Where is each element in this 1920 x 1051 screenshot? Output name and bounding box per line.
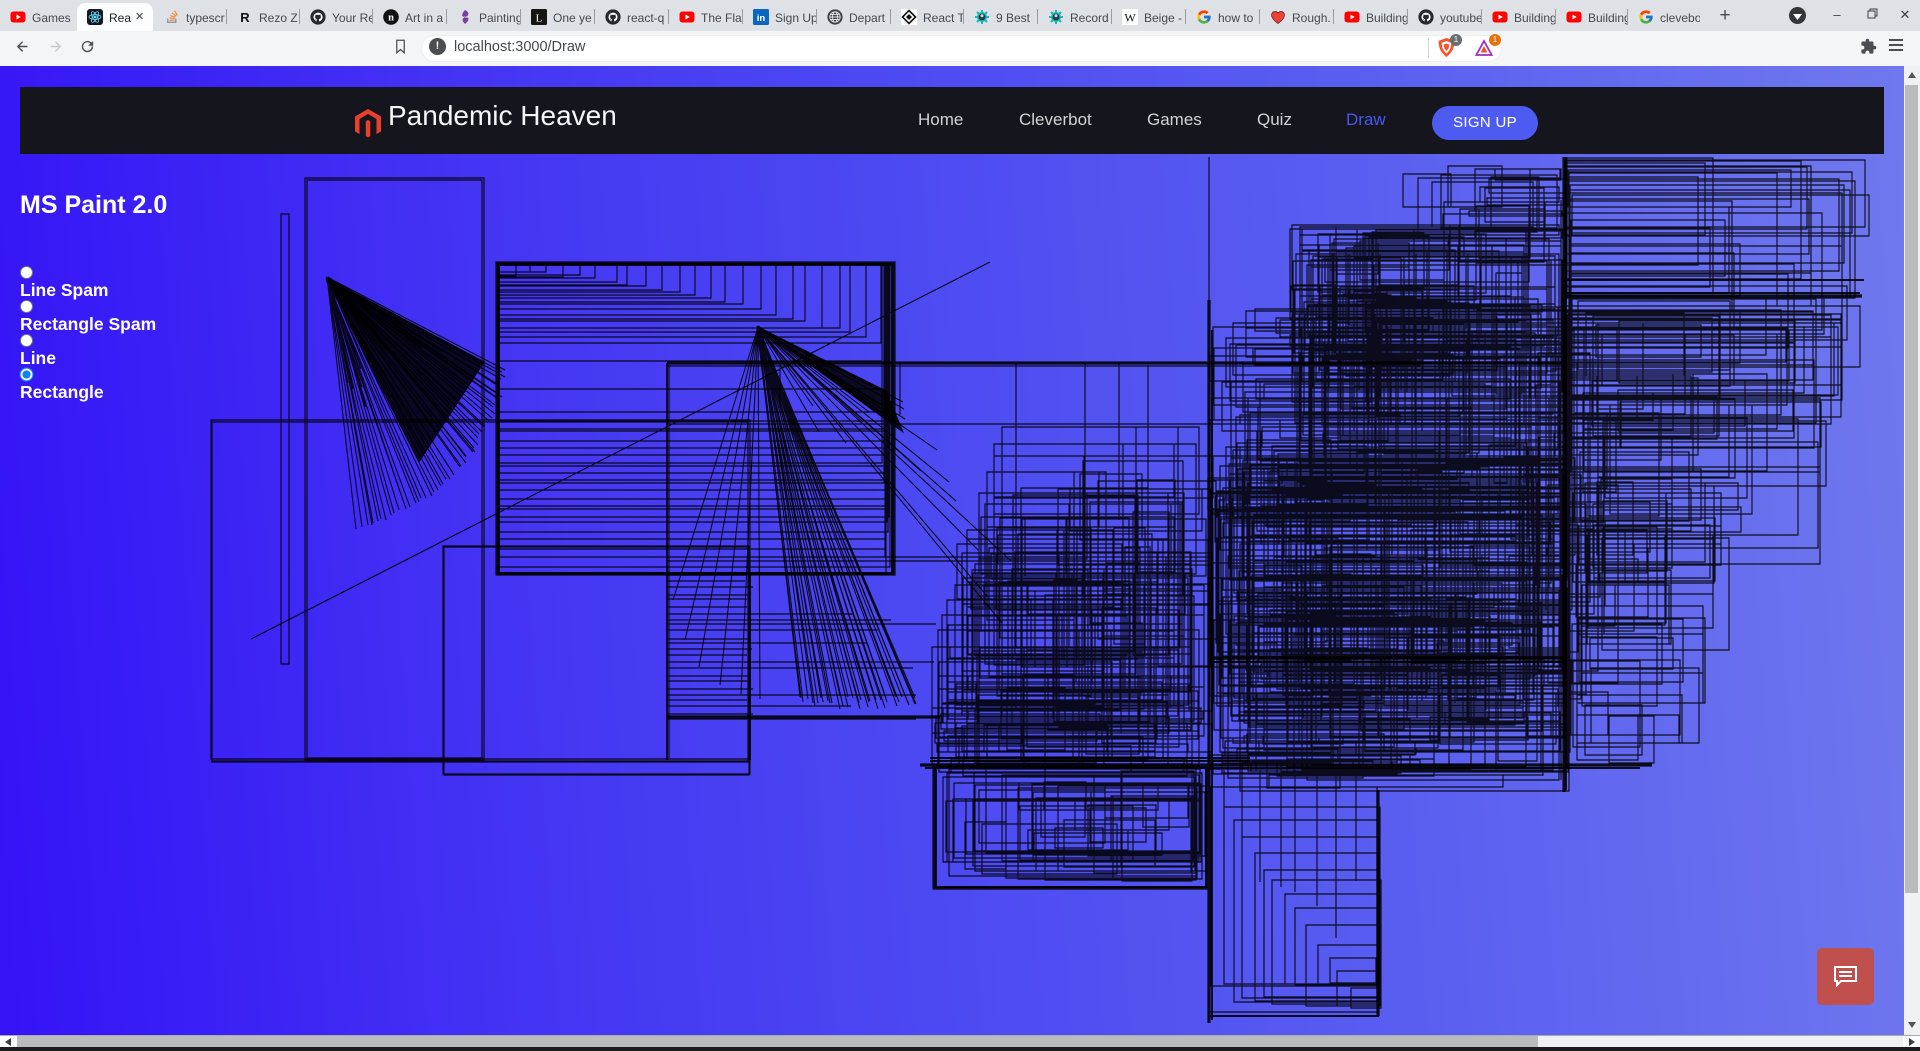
- svg-text:L: L: [536, 12, 543, 24]
- svg-text:n: n: [388, 13, 394, 24]
- svg-text:W: W: [1124, 11, 1136, 25]
- svg-text:in: in: [757, 13, 766, 24]
